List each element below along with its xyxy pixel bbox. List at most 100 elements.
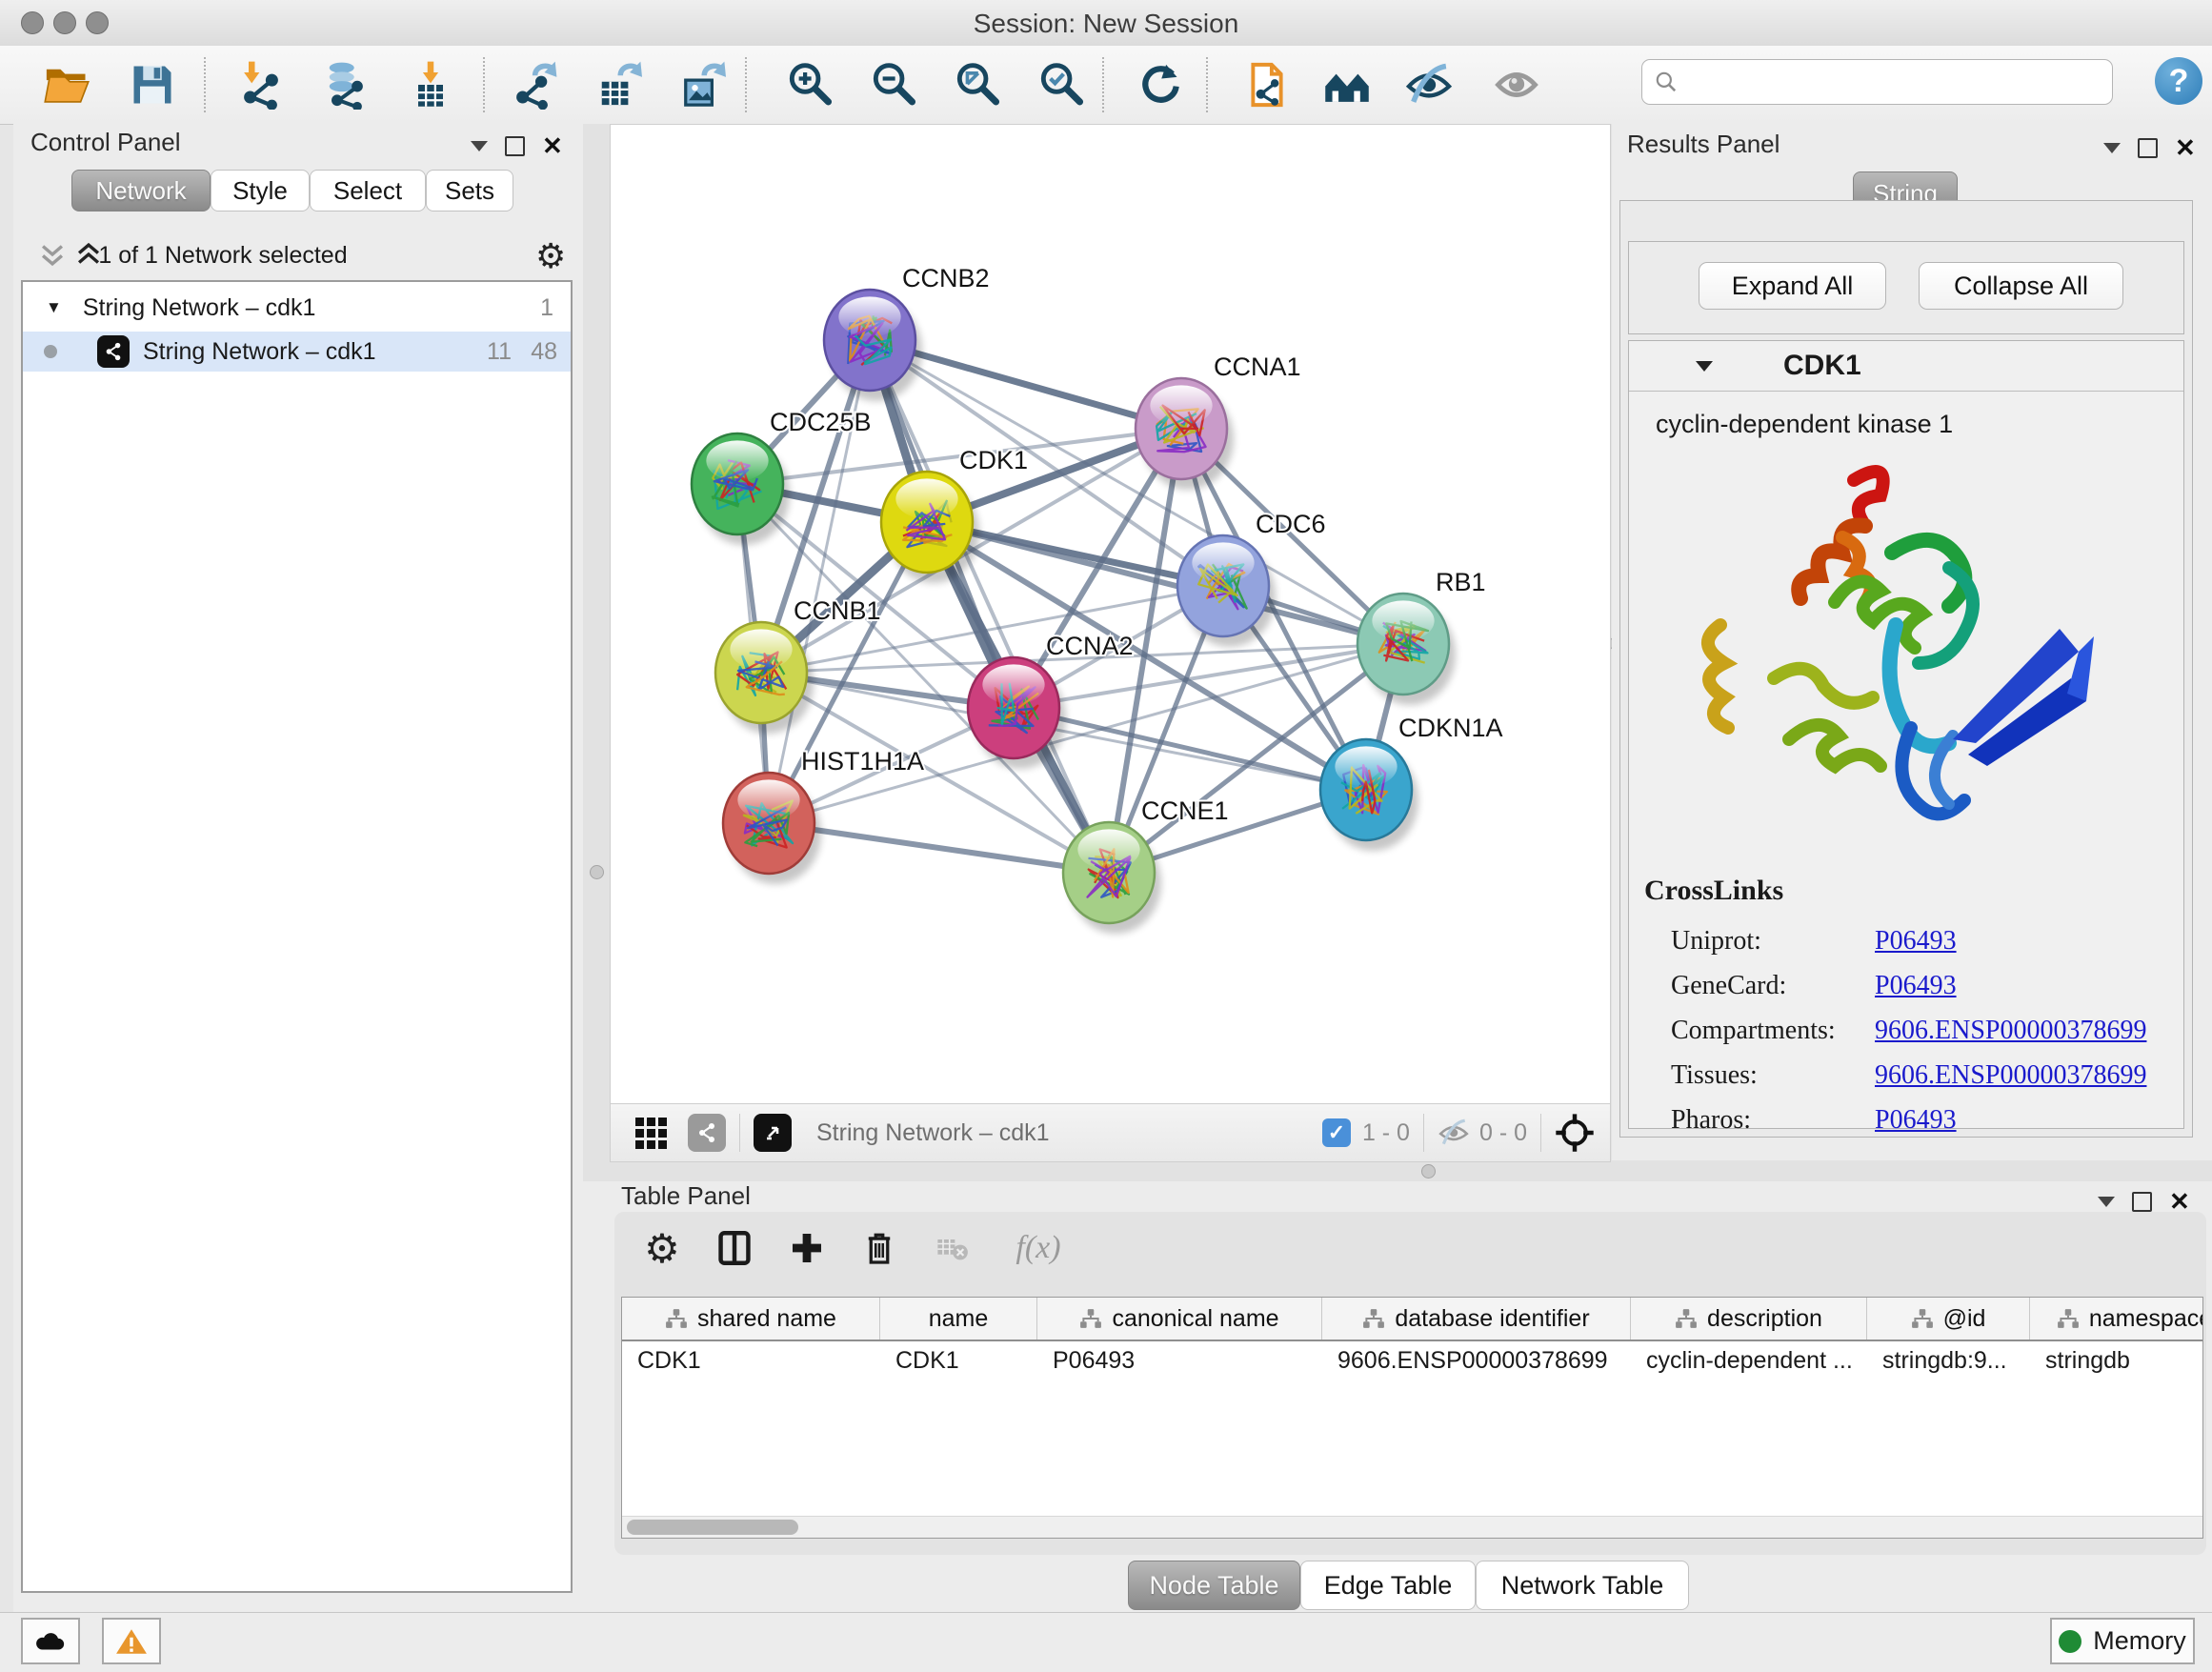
table-cell[interactable]: P06493 <box>1037 1347 1322 1375</box>
tab-sets[interactable]: Sets <box>426 170 513 212</box>
panel-float-icon[interactable] <box>505 136 525 156</box>
cloud-button[interactable] <box>21 1618 80 1664</box>
network-node[interactable]: CCNE1 <box>1063 796 1229 934</box>
node-entry-header[interactable]: CDK1 <box>1629 341 2183 392</box>
delete-column-trash-icon[interactable] <box>851 1219 908 1277</box>
crosslink-pharos[interactable]: P06493 <box>1875 1098 2146 1142</box>
open-session-button[interactable] <box>40 55 93 114</box>
zoom-out-button[interactable] <box>867 55 920 114</box>
table-cell[interactable]: stringdb:9... <box>1867 1347 2030 1375</box>
tab-edge-table[interactable]: Edge Table <box>1300 1561 1476 1610</box>
panel-float-icon[interactable] <box>2132 1192 2152 1212</box>
network-node[interactable]: CDK1 <box>881 446 1028 583</box>
export-network-button[interactable] <box>507 55 560 114</box>
network-from-selection-button[interactable] <box>1240 55 1294 114</box>
detach-view-icon[interactable] <box>754 1114 792 1152</box>
column-header[interactable]: database identifier <box>1322 1298 1631 1340</box>
tab-network[interactable]: Network <box>71 170 211 212</box>
selected-checkbox-icon[interactable]: ✓ <box>1322 1118 1351 1147</box>
crosslink-uniprot[interactable]: P06493 <box>1875 918 2146 963</box>
panel-close-icon[interactable]: ✕ <box>542 133 563 158</box>
network-view[interactable]: CCNB2CCNA1CDC25BCDK1CDC6RB1CCNB1CCNA2CDK… <box>610 124 1611 1105</box>
network-node[interactable]: CDC25B <box>692 408 872 545</box>
crosslink-tissues[interactable]: 9606.ENSP00000378699 <box>1875 1053 2146 1098</box>
help-button[interactable]: ? <box>2155 57 2202 105</box>
search-box[interactable] <box>1641 59 2113 105</box>
status-bar: Memory <box>0 1612 2212 1672</box>
crosslink-compartments[interactable]: 9606.ENSP00000378699 <box>1875 1008 2146 1053</box>
import-network-database-button[interactable] <box>318 55 372 114</box>
scrollbar-thumb[interactable] <box>627 1520 798 1535</box>
expand-all-button[interactable]: Expand All <box>1699 262 1886 310</box>
show-columns-icon[interactable] <box>706 1219 763 1277</box>
column-header[interactable]: @id <box>1867 1298 2030 1340</box>
export-image-button[interactable] <box>674 55 728 114</box>
panel-close-icon[interactable]: ✕ <box>2175 135 2196 160</box>
zoom-fit-icon <box>953 60 1002 110</box>
splitter-handle[interactable] <box>590 865 604 879</box>
zoom-fit-button[interactable] <box>951 55 1004 114</box>
column-header[interactable]: namespace <box>2030 1298 2203 1340</box>
network-collection-row[interactable]: ▼ String Network – cdk1 1 <box>23 288 571 328</box>
panel-float-icon[interactable] <box>2138 138 2158 158</box>
zoom-selected-button[interactable] <box>1035 55 1088 114</box>
add-column-icon[interactable] <box>778 1219 835 1277</box>
save-session-button[interactable] <box>126 55 179 114</box>
network-options-gear-icon[interactable]: ⚙ <box>535 236 566 276</box>
import-table-file-button[interactable] <box>404 55 457 114</box>
memory-button[interactable]: Memory <box>2050 1618 2195 1664</box>
network-node[interactable]: CCNB1 <box>715 596 881 734</box>
tab-network-table[interactable]: Network Table <box>1476 1561 1689 1610</box>
show-all-button[interactable] <box>1490 55 1543 114</box>
network-node[interactable]: CDC6 <box>1177 510 1326 647</box>
panel-close-icon[interactable]: ✕ <box>2169 1189 2190 1214</box>
birds-eye-view-icon[interactable] <box>1555 1113 1595 1153</box>
panel-collapse-icon[interactable] <box>2103 143 2121 153</box>
function-builder-icon[interactable]: f(x) <box>995 1219 1081 1277</box>
network-node[interactable]: CCNA1 <box>1136 353 1301 490</box>
tab-style[interactable]: Style <box>211 170 310 212</box>
table-settings-gear-icon[interactable]: ⚙ <box>633 1219 691 1277</box>
refresh-button[interactable] <box>1132 55 1185 114</box>
table-cell[interactable]: stringdb <box>2030 1347 2203 1375</box>
table-cell[interactable]: CDK1 <box>622 1347 880 1375</box>
warnings-button[interactable] <box>102 1618 161 1664</box>
entry-collapse-icon[interactable] <box>1696 361 1713 372</box>
table-row[interactable]: CDK1CDK1P064939606.ENSP00000378699cyclin… <box>622 1341 2202 1380</box>
first-neighbors-button[interactable] <box>1320 55 1374 114</box>
column-header[interactable]: canonical name <box>1037 1298 1322 1340</box>
collection-count: 1 <box>540 294 553 322</box>
table-cell[interactable]: CDK1 <box>880 1347 1037 1375</box>
network-node[interactable]: CDKN1A <box>1320 714 1503 851</box>
tab-select[interactable]: Select <box>310 170 426 212</box>
network-graph[interactable]: CCNB2CCNA1CDC25BCDK1CDC6RB1CCNB1CCNA2CDK… <box>611 125 1610 1104</box>
table-horizontal-scrollbar[interactable] <box>622 1516 2202 1538</box>
disclosure-triangle-icon[interactable]: ▼ <box>46 298 62 317</box>
network-node[interactable]: RB1 <box>1357 568 1486 705</box>
tab-node-table[interactable]: Node Table <box>1128 1561 1300 1610</box>
table-cell[interactable]: cyclin-dependent ... <box>1631 1347 1867 1375</box>
export-table-button[interactable] <box>591 55 644 114</box>
search-input[interactable] <box>1679 68 2092 96</box>
string-tab-icon[interactable] <box>688 1114 726 1152</box>
grid-view-icon[interactable] <box>635 1118 667 1149</box>
network-node[interactable]: CCNB2 <box>824 264 990 401</box>
splitter-handle[interactable] <box>1421 1164 1436 1178</box>
column-header[interactable]: shared name <box>622 1298 880 1340</box>
network-row-selected[interactable]: String Network – cdk1 11 48 <box>23 332 571 372</box>
column-label: database identifier <box>1395 1305 1589 1333</box>
column-header[interactable]: description <box>1631 1298 1867 1340</box>
panel-collapse-icon[interactable] <box>471 141 488 151</box>
table-cell[interactable]: 9606.ENSP00000378699 <box>1322 1347 1631 1375</box>
horizontal-splitter[interactable] <box>583 1160 2212 1181</box>
zoom-in-button[interactable] <box>783 55 836 114</box>
hide-selected-button[interactable] <box>1402 55 1456 114</box>
left-splitter[interactable] <box>583 124 610 1160</box>
network-node[interactable]: HIST1H1A <box>723 747 924 884</box>
delete-table-icon[interactable] <box>923 1219 980 1277</box>
panel-collapse-icon[interactable] <box>2098 1197 2115 1207</box>
crosslink-genecard[interactable]: P06493 <box>1875 963 2146 1008</box>
import-network-file-button[interactable] <box>234 55 288 114</box>
collapse-all-button[interactable]: Collapse All <box>1919 262 2123 310</box>
column-header[interactable]: name <box>880 1298 1037 1340</box>
